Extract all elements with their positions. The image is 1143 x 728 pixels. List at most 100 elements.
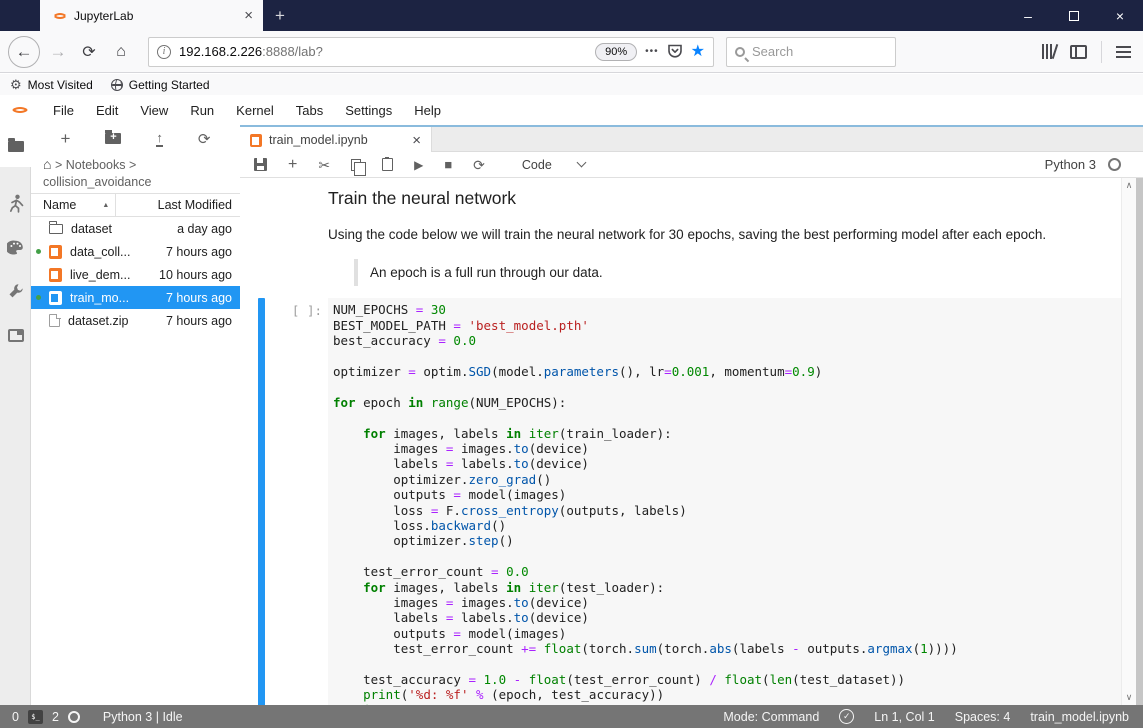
new-tab-button[interactable]: + — [263, 0, 297, 31]
reload-button[interactable]: ⟳ — [76, 42, 102, 62]
add-cell-button[interactable]: + — [288, 156, 297, 173]
search-bar[interactable]: Search — [726, 36, 896, 67]
minimize-button[interactable]: – — [1005, 0, 1051, 31]
menu-view[interactable]: View — [129, 103, 179, 118]
file-row-dataset-zip[interactable]: dataset.zip 7 hours ago — [31, 309, 240, 332]
notebook-content[interactable]: Train the neural network Using the code … — [240, 178, 1143, 705]
breadcrumb-sep: > — [129, 158, 137, 172]
sidebar-tab-commands[interactable] — [0, 225, 31, 269]
markdown-paragraph: Using the code below we will train the n… — [328, 227, 1047, 242]
breadcrumb-home-icon[interactable]: ⌂ — [43, 156, 51, 172]
menu-file[interactable]: File — [42, 103, 85, 118]
browser-tab-title: JupyterLab — [74, 8, 134, 23]
code-line: test_accuracy = 1.0 - float(test_error_c… — [333, 672, 906, 687]
bookmark-getting-started[interactable]: Getting Started — [110, 77, 210, 92]
file-row-data-coll-[interactable]: data_coll... 7 hours ago — [31, 240, 240, 263]
new-folder-button[interactable] — [105, 130, 122, 144]
forward-button[interactable]: → — [46, 42, 70, 62]
browser-tab-jupyterlab[interactable]: JupyterLab × — [40, 0, 263, 31]
copy-cells-button[interactable] — [351, 158, 367, 176]
cell-collapser-bar[interactable] — [258, 298, 265, 705]
menu-settings[interactable]: Settings — [334, 103, 403, 118]
code-line: best_accuracy = 0.0 — [333, 333, 476, 349]
tab-spaces-indicator[interactable]: Spaces: 4 — [955, 710, 1011, 724]
code-editor[interactable]: NUM_EPOCHS = 30 BEST_MODEL_PATH = 'best_m… — [328, 298, 1121, 705]
save-button[interactable] — [254, 158, 267, 171]
file-name: dataset.zip — [68, 313, 129, 328]
terminals-count[interactable]: 0 — [12, 710, 19, 724]
markdown-cell[interactable]: Train the neural network Using the code … — [240, 178, 1143, 287]
sidebar-tab-inspector[interactable] — [0, 269, 31, 313]
file-list-header[interactable]: Name ▲ Last Modified — [31, 193, 240, 217]
menu-run[interactable]: Run — [179, 103, 225, 118]
tab-spacer — [0, 0, 40, 31]
kernels-count[interactable]: 2 — [52, 710, 59, 724]
kernel-indicator[interactable]: Python 3 — [1045, 157, 1143, 172]
zoom-level-badge[interactable]: 90% — [595, 42, 638, 61]
sidebar-tab-open-tabs[interactable] — [0, 313, 31, 357]
upload-button[interactable]: ↑ — [156, 131, 163, 147]
paste-cells-button[interactable] — [382, 156, 394, 171]
code-cell[interactable]: [ ]: NUM_EPOCHS = 30 BEST_MODEL_PATH = 'b… — [240, 298, 1143, 705]
sidebar-tab-filebrowser[interactable] — [0, 125, 31, 167]
bookmark-most-visited[interactable]: ⚙ Most Visited — [10, 77, 93, 93]
kernel-name: Python 3 — [1044, 157, 1096, 172]
menu-edit[interactable]: Edit — [85, 103, 129, 118]
pocket-icon[interactable] — [667, 44, 683, 59]
file-name: live_dem... — [70, 267, 131, 282]
notebook-tab[interactable]: train_model.ipynb × — [240, 127, 432, 153]
terminal-icon: $_ — [27, 709, 43, 724]
code-line: print('%d: %f' % (epoch, test_accuracy)) — [363, 687, 665, 703]
file-browser-panel: + ↑ ⟳ ⌂ > Notebooks > collision_avoidanc… — [31, 125, 240, 705]
notebook-icon — [49, 290, 62, 305]
notebook-scrollbar[interactable]: ∧ ∨ — [1121, 178, 1136, 705]
sort-asc-icon: ▲ — [102, 201, 110, 209]
site-info-icon[interactable]: i — [157, 44, 171, 59]
interrupt-kernel-button[interactable]: ■ — [444, 158, 452, 171]
run-cell-button[interactable]: ▶ — [414, 159, 423, 171]
cut-cells-button[interactable]: ✂ — [318, 158, 330, 172]
command-mode-indicator[interactable]: Mode: Command — [723, 710, 819, 724]
home-button[interactable]: ⌂ — [108, 43, 134, 61]
restart-kernel-button[interactable]: ⟳ — [473, 158, 485, 172]
new-launcher-button[interactable]: + — [60, 129, 70, 149]
cursor-position[interactable]: Ln 1, Col 1 — [874, 710, 934, 724]
url-bar[interactable]: i 192.168.2.226:8888/lab? 90% ••• ★ — [148, 36, 714, 67]
file-name: train_mo... — [70, 290, 130, 305]
menu-help[interactable]: Help — [403, 103, 452, 118]
file-row-live-dem-[interactable]: live_dem... 10 hours ago — [31, 263, 240, 286]
scroll-up-icon[interactable]: ∧ — [1122, 180, 1136, 191]
file-modified: 7 hours ago — [165, 290, 232, 305]
code-line: test_error_count = 0.0 — [333, 564, 529, 580]
sidebar-tab-running[interactable] — [0, 181, 31, 225]
refresh-filebrowser-button[interactable]: ⟳ — [198, 130, 211, 148]
scroll-down-icon[interactable]: ∨ — [1122, 692, 1136, 703]
tab-close-icon[interactable]: × — [244, 8, 253, 23]
library-icon[interactable] — [1042, 44, 1059, 59]
menu-tabs[interactable]: Tabs — [285, 103, 334, 118]
bookmark-star-icon[interactable]: ★ — [691, 43, 705, 60]
column-modified[interactable]: Last Modified — [158, 198, 232, 212]
back-button[interactable]: ← — [8, 35, 40, 68]
file-row-train-mo-[interactable]: train_mo... 7 hours ago — [31, 286, 240, 309]
menu-hamburger-icon[interactable] — [1116, 45, 1131, 58]
wrench-icon — [9, 284, 23, 298]
page-actions-icon[interactable]: ••• — [645, 46, 659, 57]
breadcrumb-folder[interactable]: Notebooks — [66, 158, 126, 172]
cell-type-dropdown[interactable]: Code — [522, 158, 587, 172]
sidebars-icon[interactable] — [1070, 44, 1087, 59]
kernel-status-text[interactable]: Python 3 | Idle — [103, 710, 183, 724]
url-host: 192.168.2.226 — [179, 44, 263, 59]
file-icon — [49, 313, 61, 327]
bookmark-label: Getting Started — [128, 77, 210, 92]
page-scrollbar[interactable] — [1136, 178, 1143, 705]
menu-kernel[interactable]: Kernel — [225, 103, 285, 118]
column-name[interactable]: Name — [31, 198, 76, 212]
file-row-dataset[interactable]: dataset a day ago — [31, 217, 240, 240]
notebook-tab-close-icon[interactable]: × — [412, 133, 421, 148]
maximize-button[interactable] — [1051, 0, 1097, 31]
close-window-button[interactable]: × — [1097, 0, 1143, 31]
